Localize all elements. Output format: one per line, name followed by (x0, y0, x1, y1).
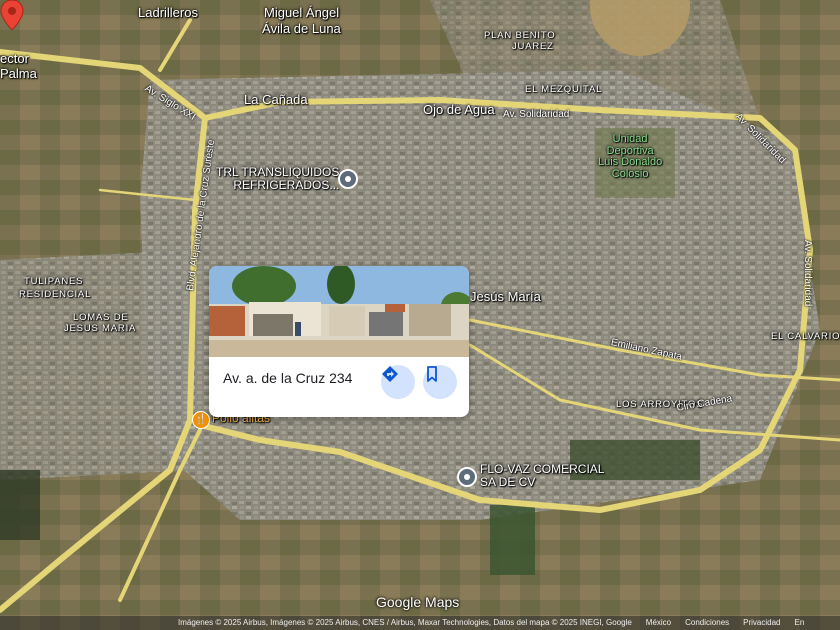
poi-label-line: FLO-VAZ COMERCIAL (480, 462, 605, 476)
label-ladrilleros: Ladrilleros (138, 5, 198, 20)
poi-label-line: REFRIGERADOS... (233, 177, 340, 192)
poi-label-line: TRL TRANSLIQUIDOS (216, 165, 340, 179)
label-ojo-de-agua: Ojo de Agua (423, 102, 495, 117)
poi-label-line: SA DE CV (480, 474, 536, 489)
label-jesus-maria: Jesús María (470, 289, 541, 304)
label-tulipanes: TULIPANES (24, 276, 84, 287)
directions-icon (382, 366, 398, 382)
poi-flo-vaz-comercial[interactable]: FLO-VAZ COMERCIAL SA DE CV (480, 463, 604, 488)
poi-trl-transliquidos[interactable]: TRL TRANSLIQUIDOS REFRIGERADOS... (216, 166, 339, 191)
label-juarez: JUAREZ (512, 41, 554, 52)
label-palma: Palma (0, 66, 37, 81)
more-link[interactable]: En (795, 618, 805, 627)
label-plan-benito: PLAN BENITO (484, 30, 556, 41)
save-button[interactable] (423, 365, 457, 399)
restaurant-pin-icon[interactable]: 🍴 (192, 411, 210, 429)
label-el-calvario: EL CALVARIO (771, 331, 840, 342)
privacy-link[interactable]: Privacidad (743, 618, 780, 627)
map-footer: Imágenes © 2025 Airbus, Imágenes © 2025 … (0, 616, 840, 630)
attribution-text: Imágenes © 2025 Airbus, Imágenes © 2025 … (178, 618, 632, 627)
bookmark-icon (427, 366, 437, 382)
directions-button[interactable] (381, 365, 415, 399)
place-address: Av. a. de la Cruz 234 (223, 370, 353, 386)
label-la-canada: La Cañada (244, 92, 308, 107)
label-miguel-angel: Miguel Ángel (264, 5, 340, 20)
park-label-line: Luis Donaldo (598, 156, 663, 169)
road-label-solidaridad-1: Av. Solidaridad (503, 109, 570, 120)
label-jesus-maria-small: JESUS MARIA (64, 323, 137, 334)
park-label-unidad-deportiva[interactable]: Unidad Deportiva Luis Donaldo Colosio (598, 133, 663, 180)
satellite-map[interactable]: Ladrilleros Miguel Ángel Ávila de Luna e… (0, 0, 840, 630)
terms-link[interactable]: Condiciones (685, 618, 729, 627)
road-label-solidaridad-3: Av. Solidaridad (802, 240, 813, 307)
location-marker-icon[interactable] (0, 0, 24, 30)
business-pin-icon[interactable] (457, 467, 477, 487)
country-link[interactable]: México (646, 618, 671, 627)
google-maps-logo: Google Maps (376, 594, 460, 610)
business-pin-icon[interactable] (338, 169, 358, 189)
label-lomas-de: LOMAS DE (73, 312, 129, 323)
place-preview-card[interactable]: Av. a. de la Cruz 234 (209, 266, 469, 417)
label-avila-de-luna: Ávila de Luna (262, 21, 341, 36)
label-ector: ector (0, 51, 29, 66)
park-label-line: Colosio (611, 167, 649, 180)
park-label-line: Unidad (612, 133, 648, 145)
label-el-mezquital: EL MEZQUITAL (525, 84, 603, 95)
street-view-photo[interactable] (209, 266, 469, 357)
label-residencial: RESIDENCIAL (19, 289, 92, 300)
